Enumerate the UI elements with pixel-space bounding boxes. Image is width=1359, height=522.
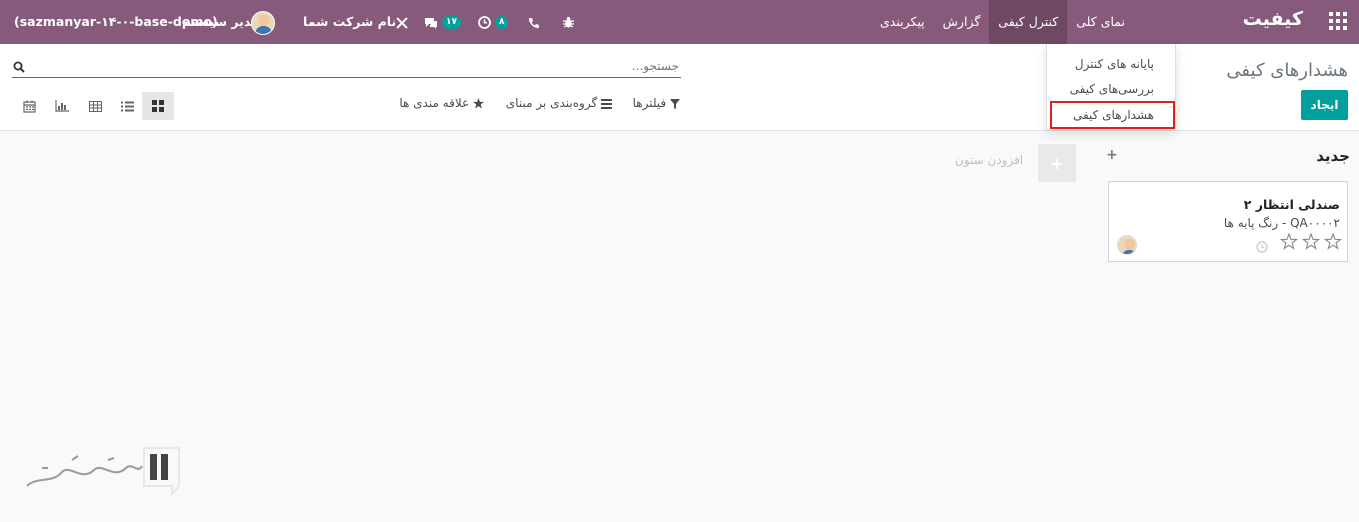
star-icon	[473, 98, 484, 109]
filter-icon	[670, 98, 680, 109]
kanban-view: جدید + + افزودن ستون صندلی انتظار ۲ QA۰۰…	[0, 131, 1359, 522]
calendar-view-button[interactable]	[16, 92, 42, 120]
menu-reporting[interactable]: گزارش	[934, 0, 990, 44]
menu-configuration[interactable]: پیکربندی	[871, 0, 934, 44]
kanban-view-button[interactable]	[142, 92, 174, 120]
add-column-button[interactable]: +	[1038, 144, 1076, 182]
search-icon[interactable]	[13, 58, 25, 77]
dropdown-item-quality-checks[interactable]: بررسی‌های کیفی	[1047, 77, 1175, 102]
filters-button[interactable]: فیلترها	[633, 96, 680, 110]
priority-stars	[1280, 233, 1342, 250]
dropdown-item-control-points[interactable]: پایانه های کنترل	[1047, 52, 1175, 77]
favorites-label: علاقه مندی ها	[399, 96, 470, 110]
menu-overview[interactable]: نمای کلی	[1067, 0, 1134, 44]
list-view-button[interactable]	[114, 92, 140, 120]
kanban-column-title: جدید	[1316, 147, 1350, 165]
clock-icon	[478, 16, 491, 29]
search-input[interactable]	[41, 56, 681, 76]
card-subtitle: QA۰۰۰۰۲ - رنگ پایه ها	[1223, 216, 1340, 230]
highlight-box	[1050, 101, 1175, 129]
add-column-label[interactable]: افزودن ستون	[955, 153, 1023, 167]
company-switcher[interactable]: نام شرکت شما	[303, 0, 396, 44]
user-name: مدیر سیستم	[182, 14, 259, 29]
table-icon	[88, 100, 102, 112]
filters-label: فیلترها	[632, 96, 667, 110]
systray: (sazmanyar-۱۴-۰-base-demo) مدیر سیستم نا…	[0, 0, 700, 44]
card-avatar[interactable]	[1117, 234, 1137, 255]
top-navbar: کیفیت نمای کلی کنترل کیفی گزارش پیکربندی…	[0, 0, 1359, 44]
pivot-view-button[interactable]	[82, 92, 108, 120]
menu-quality-control[interactable]: کنترل کیفی	[989, 0, 1068, 44]
star-outline-icon[interactable]	[1280, 233, 1298, 250]
debug-icon[interactable]	[562, 0, 575, 44]
bars-icon	[601, 98, 612, 109]
kanban-icon	[152, 100, 164, 112]
chat-icon	[425, 17, 437, 29]
page-title: هشدارهای کیفی	[1226, 60, 1348, 81]
kanban-card[interactable]: صندلی انتظار ۲ QA۰۰۰۰۲ - رنگ پایه ها	[1108, 181, 1348, 262]
star-outline-icon[interactable]	[1324, 233, 1342, 250]
groupby-label: گروه‌بندی بر مبنای	[505, 96, 598, 110]
search-bar	[12, 56, 681, 78]
activity-clock-icon[interactable]	[1256, 238, 1268, 257]
activity-menu[interactable]: ۸	[478, 0, 509, 44]
calendar-icon	[22, 100, 36, 113]
list-icon	[120, 101, 134, 111]
messaging-menu[interactable]: ۱۷	[424, 0, 461, 44]
avatar	[1117, 234, 1137, 255]
groupby-button[interactable]: گروه‌بندی بر مبنای	[506, 96, 612, 110]
quality-control-dropdown: پایانه های کنترل بررسی‌های کیفی هشدارهای…	[1046, 44, 1176, 130]
card-title: صندلی انتظار ۲	[1243, 197, 1340, 212]
quick-create-icon[interactable]: +	[1106, 147, 1118, 163]
plus-icon: +	[1050, 153, 1064, 173]
watermark-logo	[22, 446, 182, 496]
graph-view-button[interactable]	[49, 92, 75, 120]
main-menu: نمای کلی کنترل کیفی گزارش پیکربندی	[871, 0, 1134, 44]
avatar	[251, 10, 275, 35]
apps-menu-icon[interactable]	[1329, 12, 1347, 30]
create-button[interactable]: ایجاد	[1301, 90, 1348, 120]
view-switcher	[16, 92, 174, 120]
search-options: فیلترها گروه‌بندی بر مبنای علاقه مندی ها	[396, 96, 686, 114]
phone-icon[interactable]	[528, 0, 540, 44]
app-brand[interactable]: کیفیت	[1243, 8, 1303, 30]
user-menu[interactable]: مدیر سیستم	[182, 0, 259, 44]
messages-badge: ۱۷	[441, 16, 461, 29]
activities-badge: ۸	[494, 16, 509, 29]
bar-chart-icon	[55, 100, 69, 112]
user-avatar[interactable]	[251, 0, 275, 44]
favorites-button[interactable]: علاقه مندی ها	[399, 96, 484, 110]
star-outline-icon[interactable]	[1302, 233, 1320, 250]
tools-icon[interactable]	[395, 0, 409, 44]
